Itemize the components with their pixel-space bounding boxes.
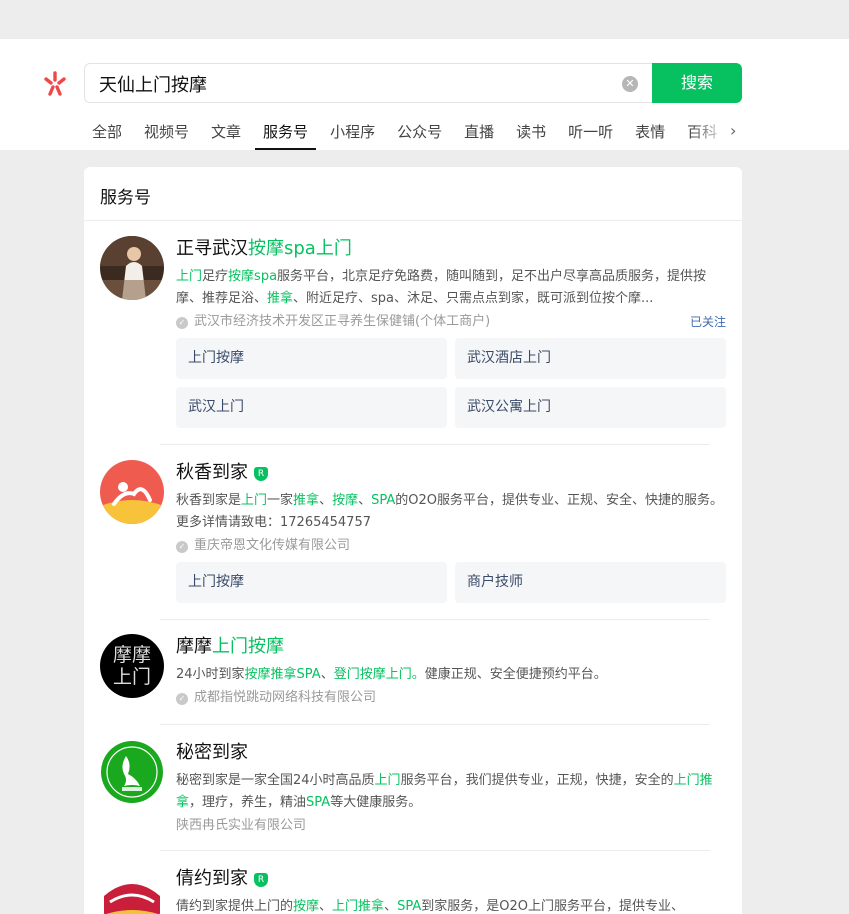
top-strip [0,0,849,39]
highlight-text: 按摩推拿SPA [244,667,321,682]
description-text: 、 [319,899,333,914]
clear-icon[interactable]: ✕ [622,76,638,92]
quick-link[interactable]: 武汉上门 [176,387,447,428]
highlight-text: SPA [306,795,331,810]
verified-shield-icon: ✓ [176,693,188,705]
avatar [100,740,164,804]
tab-channels[interactable]: 视频号 [136,119,197,150]
avatar [100,236,164,300]
highlight-text: SPA [397,899,422,914]
divider [160,724,710,725]
quick-link[interactable]: 上门按摩 [176,562,447,603]
tab-all[interactable]: 全部 [84,119,130,150]
tabs-fade [690,119,730,147]
avatar: 摩摩 上门 [100,634,164,698]
description-text: 等大健康服务。 [330,795,422,810]
result-description: 上门足疗按摩spa服务平台，北京足疗免路费，随叫随到，足不出户尽享高品质服务，提… [176,266,726,310]
verified-shield-icon: ✓ [176,541,188,553]
tab-mini-programs[interactable]: 小程序 [322,119,383,150]
description-text: 服务平台，我们提供专业，正规，快捷，安全的 [400,773,674,788]
verified-badge-icon: R [254,467,268,481]
highlight-text: 上门 [176,269,203,284]
verified-shield-icon: ✓ [176,317,188,329]
highlight-text: 推拿 [267,291,294,306]
result-company: ✓ 重庆帝恩文化传媒有限公司 [176,536,726,556]
highlight-text: 按摩 [332,493,359,508]
result-company: ✓ 成都指悦跳动网络科技有限公司 [176,688,726,708]
description-text: 倩约到家提供上门的 [176,899,294,914]
chevron-right-icon[interactable]: › [730,121,744,141]
followed-status[interactable]: 已关注 [690,312,726,332]
tab-live[interactable]: 直播 [456,119,502,150]
panel-title: 服务号 [100,188,151,208]
result-name[interactable]: 正寻武汉按摩spa上门 [176,236,726,262]
result-description: 24小时到家按摩推拿SPA、登门按摩上门。健康正规、安全便捷预约平台。 [176,664,726,686]
result-company: ✓ 武汉市经济技术开发区正寻养生保健铺(个体工商户) 已关注 [176,312,726,332]
tab-articles[interactable]: 文章 [203,119,249,150]
quick-link[interactable]: 上门按摩 [176,338,447,379]
highlight-text: 上门 [241,493,268,508]
search-header: ✕ 搜索 全部 视频号 文章 服务号 小程序 公众号 直播 读书 听一听 表情 … [0,39,849,150]
result-description: 秘密到家是一家全国24小时高品质上门服务平台，我们提供专业，正规，快捷，安全的上… [176,770,726,814]
description-text: ，理疗，养生，精油 [189,795,307,810]
highlight-text: 推拿 [293,493,320,508]
result-description: 秋香到家是上门一家推拿、按摩、SPA的O2O服务平台，提供专业、正规、安全、快捷… [176,490,726,534]
wechat-search-logo-icon [44,71,66,96]
highlight-text: spa [254,269,278,284]
tab-stickers[interactable]: 表情 [627,119,673,150]
description-text: 、 [384,899,398,914]
search-box: ✕ [84,63,652,103]
result-name[interactable]: 秋香到家 R [176,460,726,486]
verified-badge-icon: R [254,873,268,887]
search-input[interactable] [99,72,599,96]
result-name[interactable]: 倩约到家 R [176,866,726,892]
description-text: 到家服务，是O2O上门服务平台，提供专业、 [421,899,684,914]
description-text: 、 [358,493,372,508]
tab-service-accounts[interactable]: 服务号 [255,119,317,150]
avatar [100,460,164,524]
description-text: 24小时到家 [176,667,245,682]
description-text: 、 [319,493,333,508]
divider [160,444,710,445]
highlight-text: 按摩 [293,899,320,914]
description-text: 秘密到家是一家全国24小时高品质 [176,773,375,788]
divider [160,619,710,620]
quick-link[interactable]: 武汉酒店上门 [455,338,726,379]
description-text: 一家 [267,493,294,508]
highlight-text: 上门推拿 [332,899,385,914]
tab-listen[interactable]: 听一听 [560,119,621,150]
description-text: 足疗 [202,269,229,284]
quick-links: 上门按摩 武汉酒店上门 武汉上门 武汉公寓上门 [176,338,726,428]
avatar-text: 摩摩 上门 [112,644,151,688]
tab-books[interactable]: 读书 [508,119,554,150]
highlight-text: 上门 [374,773,401,788]
tab-bar: 全部 视频号 文章 服务号 小程序 公众号 直播 读书 听一听 表情 百科 [84,119,744,150]
result-description: 倩约到家提供上门的按摩、上门推拿、SPA到家服务，是O2O上门服务平台，提供专业… [176,896,726,914]
highlight-text: 按摩 [228,269,255,284]
description-text: 秋香到家是 [176,493,242,508]
result-company: 陕西冉氏实业有限公司 [176,818,307,833]
result-name[interactable]: 摩摩上门按摩 [176,634,726,660]
description-text: 健康正规、安全便捷预约平台。 [424,667,607,682]
description-text: 、附近足疗、spa、沐足、只需点点到家，既可派到位按个摩... [293,291,654,306]
result-name[interactable]: 秘密到家 [176,740,726,766]
tab-official-accounts[interactable]: 公众号 [389,119,450,150]
quick-link[interactable]: 商户技师 [455,562,726,603]
divider [160,850,710,851]
search-button[interactable]: 搜索 [652,63,742,103]
divider [84,220,742,221]
description-text: 、 [320,667,334,682]
highlight-text: SPA [371,493,396,508]
results-panel: 服务号 正寻武汉按摩spa上门 上门足疗按摩spa服务平台，北京足疗免路费，随叫… [84,167,742,914]
avatar [100,866,164,914]
quick-links: 上门按摩 商户技师 [176,562,726,603]
highlight-text: 登门按摩上门。 [333,667,425,682]
quick-link[interactable]: 武汉公寓上门 [455,387,726,428]
